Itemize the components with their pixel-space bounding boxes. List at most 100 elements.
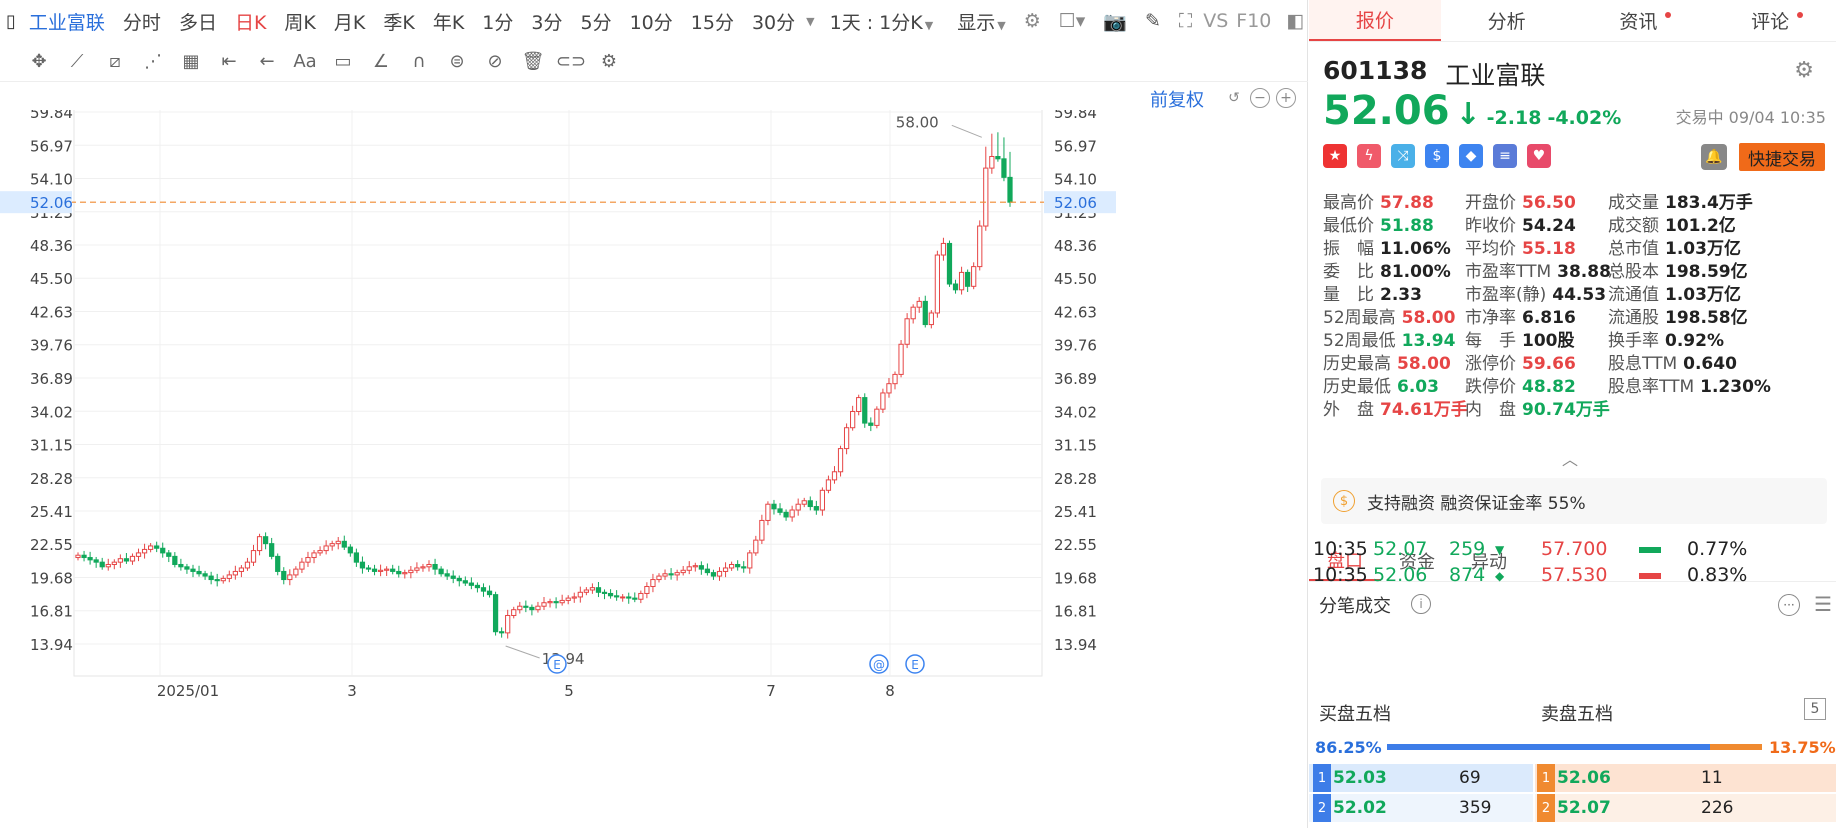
period-tab[interactable]: 多日 <box>170 8 226 35</box>
stat-value: 11.06% <box>1380 239 1451 259</box>
arrow-tool-icon[interactable]: ← <box>248 47 286 77</box>
period-tab[interactable]: 周K <box>275 8 324 35</box>
period-tab[interactable]: 分时 <box>114 8 170 35</box>
stat-value: 55.18 <box>1522 239 1576 259</box>
sidebar-toggle-icon[interactable]: ◧ <box>1277 10 1313 32</box>
china-flag-icon[interactable]: ★ <box>1323 144 1347 168</box>
candle-body <box>662 573 668 577</box>
stat-label: 市盈率TTM <box>1465 262 1552 282</box>
bell-icon[interactable]: 🔔 <box>1701 144 1727 170</box>
link-icon[interactable]: ⊂⊃ <box>552 47 590 77</box>
period-tab[interactable]: 15分 <box>682 8 743 35</box>
range-tool-icon[interactable]: ⇤ <box>210 47 248 77</box>
channel-tool-icon[interactable]: ⧄ <box>96 47 134 77</box>
tab-comments[interactable]: 评论 <box>1704 0 1836 41</box>
adjust-toggle[interactable]: 前复权 <box>1150 86 1204 112</box>
period-tab[interactable]: 年K <box>424 8 473 35</box>
buy-book-title: 买盘五档 <box>1319 704 1391 725</box>
polyline-tool-icon[interactable]: ⋰ <box>134 47 172 77</box>
candle-body <box>747 552 753 569</box>
heart-icon[interactable]: ♥ <box>1527 144 1551 168</box>
camera-icon[interactable]: 📷 <box>1094 10 1136 33</box>
lock-icon[interactable]: ⊜ <box>438 47 476 77</box>
shuffle-icon[interactable]: ⤨ <box>1391 144 1415 168</box>
candle-body <box>148 545 154 550</box>
candle-body <box>353 552 360 563</box>
kline-chart[interactable]: 59.8459.8456.9756.9754.1054.1051.2351.23… <box>0 110 1300 710</box>
period-tab[interactable]: 日K <box>226 8 275 35</box>
period-tab[interactable]: 30分 <box>743 8 804 35</box>
list-icon[interactable]: ☰ <box>1814 592 1832 616</box>
period-tab[interactable]: 3分 <box>522 8 571 35</box>
candle-body <box>408 569 414 574</box>
hide-icon[interactable]: ⊘ <box>476 47 514 77</box>
stock-name-button[interactable]: 工业富联 <box>25 8 114 35</box>
stat-item: 内 盘 90.74万手 <box>1465 395 1610 420</box>
book-row[interactable]: 2 52.02 359 2 52.07 226 <box>1309 794 1836 822</box>
display-select[interactable]: 显示 ▼ <box>948 8 1014 35</box>
tab-quote[interactable]: 报价 <box>1309 0 1441 41</box>
candle-body <box>958 271 965 291</box>
fullscreen-icon[interactable]: ⛶ <box>1170 10 1201 32</box>
settings-icon[interactable]: ⚙ <box>1015 10 1050 32</box>
candle-body <box>450 575 456 579</box>
candle-body <box>347 546 353 554</box>
pencil-icon[interactable]: ✎ <box>1136 10 1170 32</box>
candle-body <box>299 561 305 570</box>
candle-body <box>620 596 626 599</box>
chevron-down-icon[interactable]: ▼ <box>806 15 814 28</box>
zoom-out-icon[interactable]: − <box>1250 88 1270 108</box>
period-tab[interactable]: 季K <box>374 8 423 35</box>
line-tool-icon[interactable]: ⟋ <box>58 47 96 77</box>
unread-dot <box>1797 12 1804 18</box>
magnet-icon[interactable]: ∩ <box>400 47 438 77</box>
tab-news[interactable]: 资讯 <box>1573 0 1705 41</box>
gear-icon[interactable]: ⚙ <box>1794 58 1814 83</box>
info-icon[interactable]: i <box>1411 594 1431 614</box>
fib-tool-icon[interactable]: ▦ <box>172 47 210 77</box>
y-tick-label-right: 45.50 <box>1054 270 1097 288</box>
candle-body <box>444 573 450 577</box>
period-tab[interactable]: 5分 <box>571 8 620 35</box>
dollar-icon[interactable]: $ <box>1425 144 1449 168</box>
candle-body <box>402 572 408 575</box>
layout-icon[interactable]: ☐▾ <box>1050 10 1095 32</box>
more-icon[interactable]: ··· <box>1778 594 1800 616</box>
zoom-in-icon[interactable]: + <box>1276 88 1296 108</box>
stat-label: 昨收价 <box>1465 216 1516 236</box>
reset-icon[interactable]: ↺ <box>1224 88 1244 108</box>
lightning-icon[interactable]: ϟ <box>1357 144 1381 168</box>
collapse-chevron-icon[interactable]: ︿ <box>1562 446 1578 470</box>
vs-button[interactable]: VS <box>1201 10 1230 32</box>
y-tick-label-right: 42.63 <box>1054 303 1097 321</box>
comment-tool-icon[interactable]: ▭ <box>324 47 362 77</box>
book-row[interactable]: 1 52.03 69 1 52.06 11 <box>1309 764 1836 792</box>
candle-body <box>910 306 916 320</box>
tag-icon[interactable]: ◆ <box>1459 144 1483 168</box>
ruler-icon[interactable]: ∠ <box>362 47 400 77</box>
x-tick-label: 8 <box>885 682 895 700</box>
margin-text: 支持融资 融资保证金率 55% <box>1367 493 1586 514</box>
panel-toggle-icon[interactable]: ▯ <box>0 11 25 32</box>
f10-button[interactable]: F10 <box>1230 10 1277 32</box>
quick-trade-button[interactable]: 快捷交易 <box>1739 143 1825 171</box>
candle-body <box>99 561 105 568</box>
period-tab[interactable]: 1分 <box>473 8 522 35</box>
levels-toggle[interactable]: 5 <box>1804 698 1826 720</box>
text-tool-icon[interactable]: Aa <box>286 47 324 77</box>
candle-body <box>632 597 638 600</box>
move-icon[interactable]: ✥ <box>20 47 58 77</box>
trash-icon[interactable]: 🗑 <box>514 47 552 77</box>
candle-body <box>940 242 947 256</box>
sell-book-title: 卖盘五档 <box>1541 704 1613 725</box>
interval-select[interactable]: 1天 : 1分K ▼ <box>821 8 943 35</box>
y-tick-label-left: 34.02 <box>30 403 73 421</box>
document-icon[interactable]: ≡ <box>1493 144 1517 168</box>
candle-body <box>414 567 420 571</box>
draw-settings-icon[interactable]: ⚙ <box>590 47 628 77</box>
period-tab[interactable]: 月K <box>325 8 374 35</box>
tab-analysis[interactable]: 分析 <box>1441 0 1573 41</box>
tab-label: 资讯 <box>1619 11 1658 33</box>
stat-label: 成交额 <box>1608 216 1659 236</box>
period-tab[interactable]: 10分 <box>621 8 682 35</box>
